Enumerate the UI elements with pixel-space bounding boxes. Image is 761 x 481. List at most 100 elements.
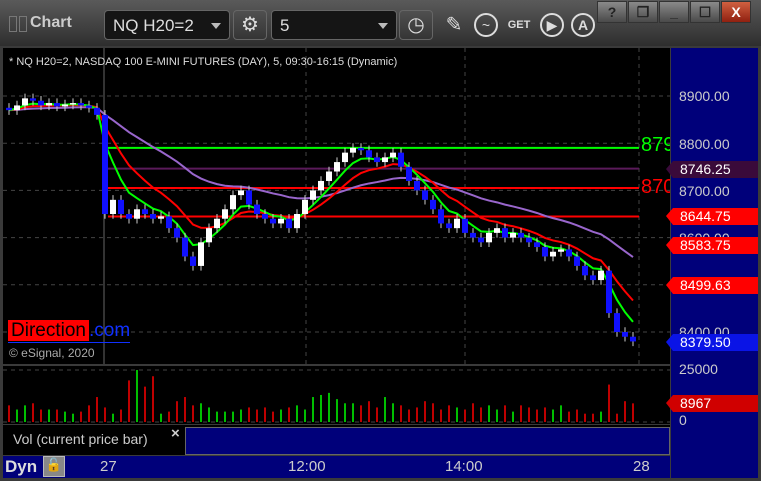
candle xyxy=(6,107,12,111)
volume-tick: 0 xyxy=(679,412,687,428)
candle xyxy=(94,107,100,115)
volume-chart[interactable] xyxy=(3,366,670,424)
candle xyxy=(542,247,548,257)
candle xyxy=(30,98,36,101)
candle xyxy=(390,152,396,158)
study-label[interactable]: Vol (current price bar) xyxy=(13,431,148,447)
volume-plot xyxy=(3,369,670,423)
candle xyxy=(166,216,172,229)
candle xyxy=(310,190,316,200)
candle xyxy=(270,218,276,224)
candle xyxy=(494,228,500,233)
candle xyxy=(326,171,332,181)
close-study-icon[interactable]: × xyxy=(171,425,180,442)
candle xyxy=(454,218,460,229)
candle xyxy=(630,336,636,342)
candle xyxy=(622,332,628,337)
time-label: 12:00 xyxy=(288,458,326,475)
price-tick: 8800.00 xyxy=(679,136,730,152)
candle xyxy=(222,209,228,219)
candle xyxy=(318,180,324,191)
study-bar: Vol (current price bar) × xyxy=(3,425,670,455)
candle xyxy=(302,199,308,214)
interval-input[interactable]: 5 xyxy=(271,10,397,40)
chart-style-icon[interactable]: ~ xyxy=(474,13,498,37)
get-data-icon[interactable]: GET xyxy=(505,11,533,39)
time-label: 27 xyxy=(100,458,117,475)
maximize-button[interactable]: ☐ xyxy=(690,1,720,23)
candle xyxy=(582,265,588,276)
price-tag: 8379.50 xyxy=(666,334,758,351)
time-label: 28 xyxy=(633,458,650,475)
price-chart[interactable]: * NQ H20=2, NASDAQ 100 E-MINI FUTURES (D… xyxy=(3,48,670,364)
copyright: © eSignal, 2020 xyxy=(9,346,95,360)
candle xyxy=(86,105,92,108)
mode-label: Dyn xyxy=(5,457,38,476)
candle xyxy=(254,204,260,214)
help-button[interactable]: ? xyxy=(597,1,627,23)
candle xyxy=(182,237,188,257)
candle xyxy=(126,214,132,219)
text-icon[interactable]: A xyxy=(571,13,595,37)
candle xyxy=(262,214,268,219)
candle xyxy=(526,237,532,243)
price-tick: 8700.00 xyxy=(679,183,730,199)
candle xyxy=(518,232,524,238)
candle xyxy=(78,103,84,106)
candle xyxy=(510,232,516,238)
drag-handle[interactable] xyxy=(9,16,17,32)
candle xyxy=(550,251,556,257)
candle xyxy=(534,242,540,248)
candle xyxy=(246,190,252,205)
candle xyxy=(502,228,508,238)
price-tick: 8900.00 xyxy=(679,88,730,104)
candle xyxy=(566,249,572,257)
candle xyxy=(286,218,292,229)
close-button[interactable]: X xyxy=(721,1,751,23)
candle xyxy=(574,256,580,266)
candle xyxy=(230,195,236,210)
candle xyxy=(70,103,76,105)
candle xyxy=(238,190,244,196)
candle xyxy=(110,199,116,214)
candle xyxy=(470,232,476,238)
candle xyxy=(590,275,596,281)
candle xyxy=(278,218,284,224)
symbol-value: NQ H20=2 xyxy=(113,16,194,35)
price-tag: 8499.63 xyxy=(666,277,758,294)
candle xyxy=(438,209,444,224)
candle xyxy=(206,228,212,243)
candle xyxy=(334,162,340,172)
price-axis[interactable]: 8900.00 8800.00 8700.00 8600.00 8400.00 … xyxy=(666,48,758,478)
settings-icon[interactable]: ⚙ xyxy=(233,10,267,40)
candle xyxy=(614,313,620,332)
time-axis[interactable]: Dyn 🔓 27 12:00 14:00 28 xyxy=(3,456,670,478)
candle xyxy=(350,147,356,153)
candle xyxy=(414,180,420,191)
pencil-icon[interactable]: ✎ xyxy=(440,11,468,39)
candle xyxy=(374,157,380,163)
chevron-down-icon[interactable] xyxy=(211,23,221,29)
price-plot xyxy=(3,48,670,364)
play-icon[interactable]: ▶ xyxy=(540,13,564,37)
drag-handle[interactable] xyxy=(19,16,27,32)
candle xyxy=(598,270,604,281)
lock-icon[interactable]: 🔓 xyxy=(43,456,65,477)
minimize-button[interactable]: _ xyxy=(659,1,689,23)
price-tag: 8583.75 xyxy=(666,237,758,254)
clock-icon[interactable]: ◷ xyxy=(399,10,433,40)
candle xyxy=(398,152,404,167)
level-label-green: 879 xyxy=(641,134,670,156)
study-panel xyxy=(185,427,670,455)
candle xyxy=(558,249,564,252)
candle xyxy=(134,209,140,219)
candle xyxy=(158,216,164,219)
restore-button[interactable]: ❐ xyxy=(628,1,658,23)
chevron-down-icon[interactable] xyxy=(378,23,388,29)
symbol-input[interactable]: NQ H20=2 xyxy=(104,10,230,40)
candle xyxy=(462,218,468,233)
candle xyxy=(342,152,348,163)
candle xyxy=(174,228,180,238)
candle xyxy=(430,199,436,210)
price-tag: 8644.75 xyxy=(666,208,758,225)
